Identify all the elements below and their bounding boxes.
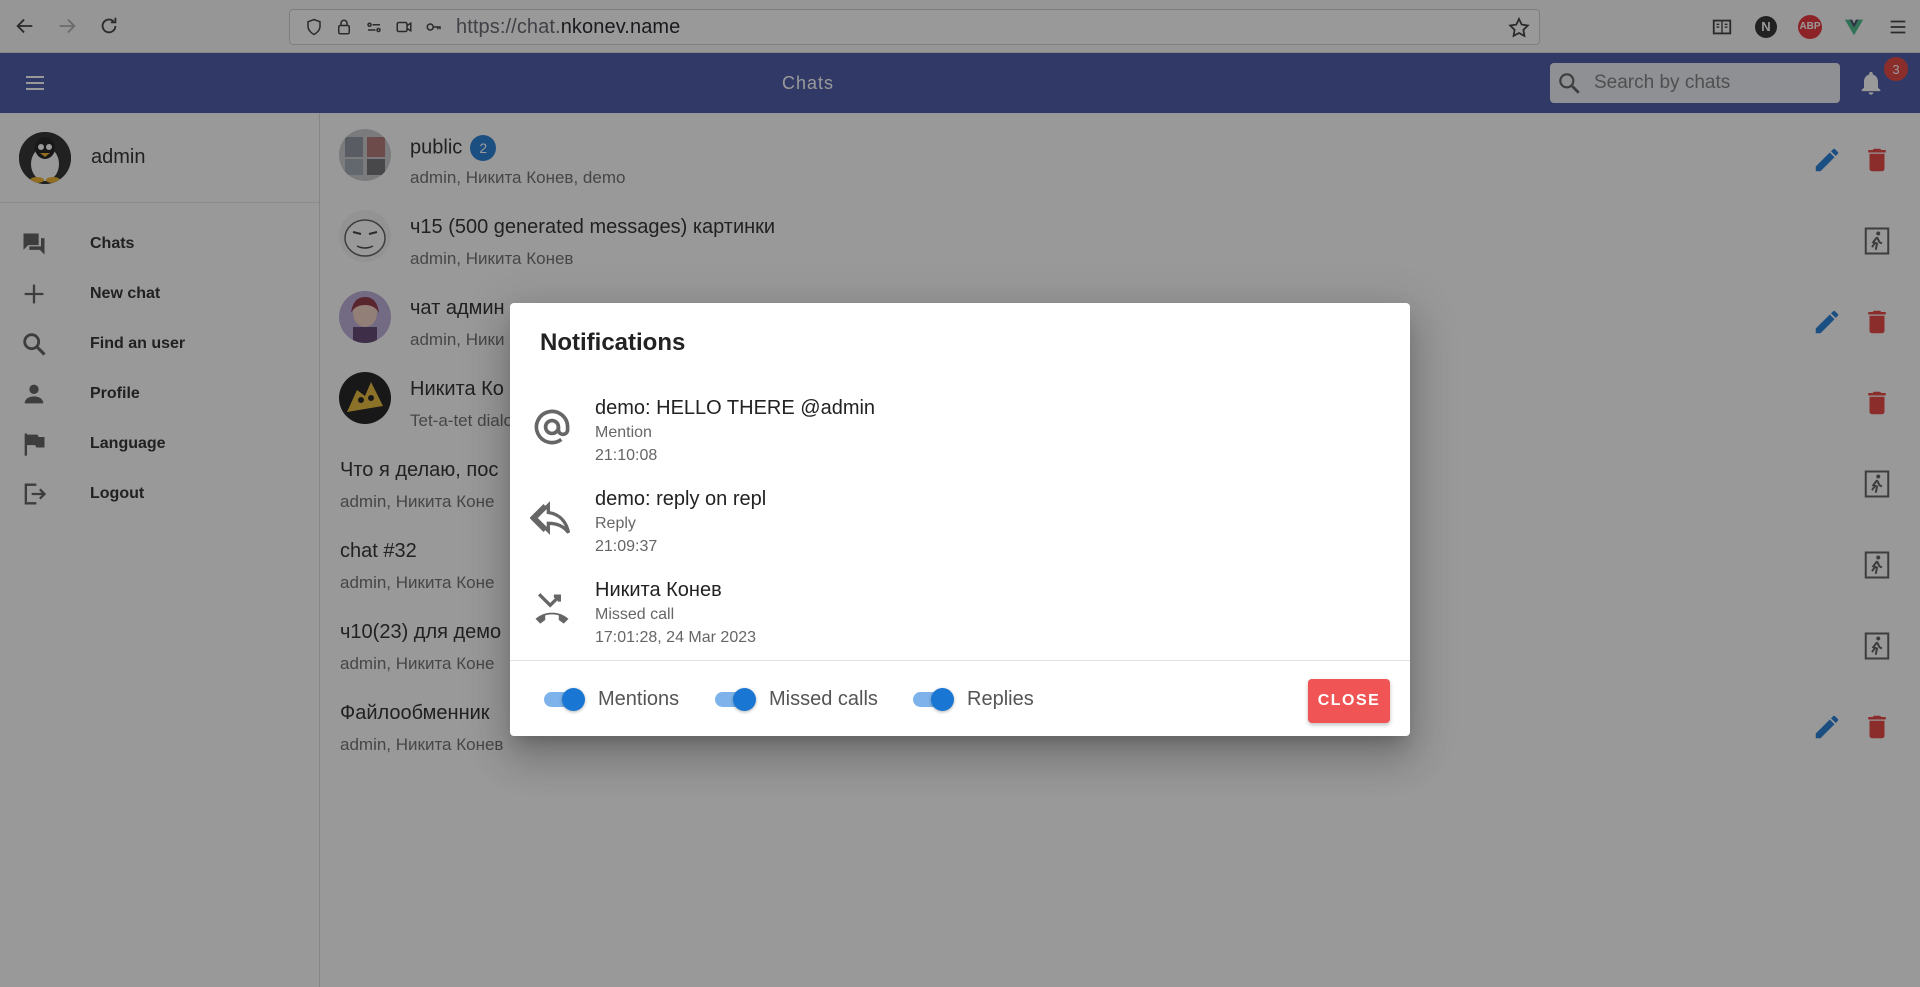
notification-time: 21:10:08: [595, 447, 658, 464]
dialog-actions: Mentions Missed calls Replies CLOSE: [510, 660, 1410, 736]
missed-calls-toggle[interactable]: Missed calls: [713, 685, 878, 713]
dialog-title: Notifications: [540, 329, 686, 356]
notification-title: demo: reply on repl: [595, 488, 767, 510]
notification-time: 17:01:28, 24 Mar 2023: [595, 629, 757, 646]
switch[interactable]: [713, 685, 759, 713]
switch[interactable]: [911, 685, 957, 713]
at-sign-icon: [534, 409, 570, 445]
notification-title: demo: HELLO THERE @admin: [595, 397, 876, 419]
toggle-label: Mentions: [598, 687, 680, 710]
toggle-label: Replies: [967, 687, 1034, 710]
reply-icon: [530, 501, 571, 535]
notification-time: 21:09:37: [595, 538, 658, 555]
close-button[interactable]: CLOSE: [1308, 679, 1390, 723]
notification-title: Никита Конев: [595, 579, 722, 601]
notification-type: Reply: [595, 515, 636, 532]
replies-toggle[interactable]: Replies: [911, 685, 1034, 713]
mentions-toggle[interactable]: Mentions: [542, 685, 679, 713]
notification-type: Missed call: [595, 606, 675, 623]
notification-item[interactable]: demo: HELLO THERE @admin Mention 21:10:0…: [510, 393, 1410, 483]
missed-call-icon: [535, 593, 569, 624]
notification-type: Mention: [595, 424, 652, 441]
toggle-label: Missed calls: [769, 687, 878, 710]
switch[interactable]: [542, 685, 588, 713]
notification-item[interactable]: Никита Конев Missed call 17:01:28, 24 Ma…: [510, 575, 1410, 665]
notifications-dialog: Notifications demo: HELLO THERE @admin M…: [510, 303, 1410, 736]
notification-item[interactable]: demo: reply on repl Reply 21:09:37: [510, 484, 1410, 574]
